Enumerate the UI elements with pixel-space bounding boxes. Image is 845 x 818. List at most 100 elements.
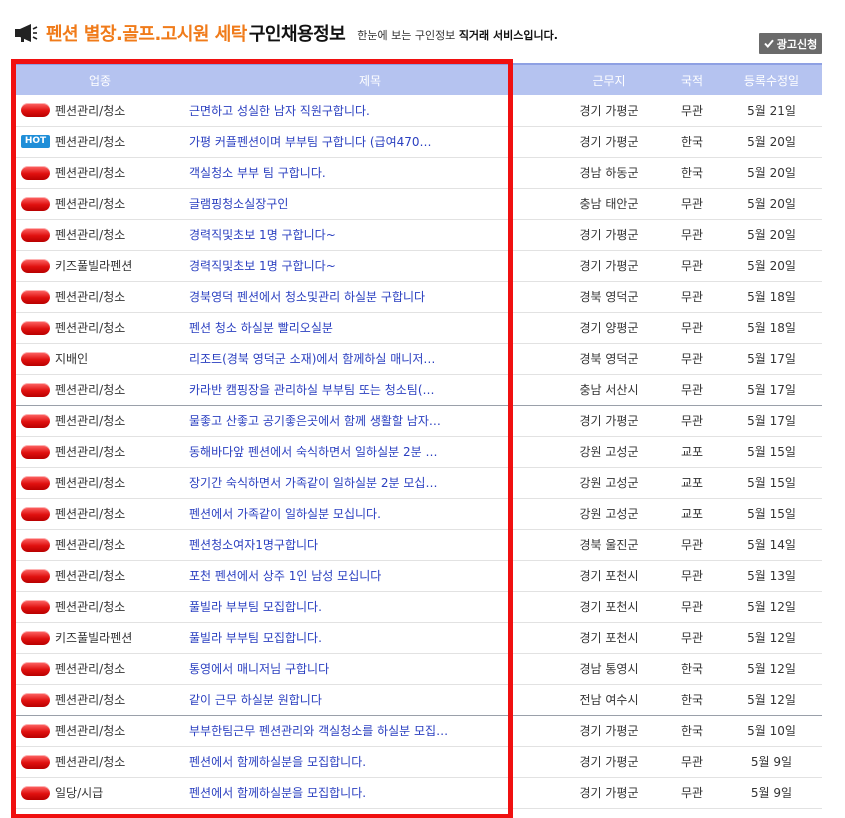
table-row[interactable]: 펜션관리/청소 풀빌라 부부팀 모집합니다. 경기 포천시 무관 5월 12일 [15,591,822,622]
column-header-location[interactable]: 근무지 [555,64,663,95]
job-title-link[interactable]: 가평 커플펜션이며 부부팀 구합니다 (급여470… [185,126,555,157]
location-cell: 경기 포천시 [579,569,639,583]
category-cell: 지배인 [15,343,185,374]
job-listing-table: 업종 제목 근무지 국적 등록수정일 펜션관리/청소 근면하고 성실한 남자 직원… [15,63,822,809]
job-title-link[interactable]: 펜션청소여자1명구합니다 [185,529,555,560]
location-cell: 경기 가평군 [579,135,639,149]
table-row[interactable]: 일당/시급 펜션에서 함께하실분을 모집합니다. 경기 가평군 무관 5월 9일 [15,777,822,808]
job-title-link[interactable]: 통영에서 매니저님 구합니다 [185,653,555,684]
job-title-link[interactable]: 경력직및초보 1명 구합니다~ [185,219,555,250]
job-title-link[interactable]: 풀빌라 부부팀 모집합니다. [185,622,555,653]
table-row[interactable]: 펜션관리/청소 카라반 캠핑장을 관리하실 부부팀 또는 청소팀(… 충남 서산시 무… [15,374,822,405]
red-pill-badge-icon [21,537,50,552]
category-label: 펜션관리/청소 [55,476,126,490]
job-title-link[interactable]: 같이 근무 하실분 원합니다 [185,684,555,715]
table-row[interactable]: 펜션관리/청소 동해바다앞 펜션에서 숙식하면서 일하실분 2분 … 강원 고성군 교… [15,436,822,467]
category-label: 펜션관리/청소 [55,662,126,676]
category-label: 펜션관리/청소 [55,383,126,397]
table-row[interactable]: 펜션관리/청소 장기간 숙식하면서 가족같이 일하실분 2분 모십… 강원 고성군 교… [15,467,822,498]
table-row[interactable]: 펜션관리/청소 경력직및초보 1명 구합니다~ 경기 가평군 무관 5월 20일 [15,219,822,250]
location-cell: 강원 고성군 [579,476,639,490]
job-title-link[interactable]: 펜션에서 함께하실분을 모집합니다. [185,746,555,777]
category-cell: HOT 펜션관리/청소 [15,126,185,157]
date-cell: 5월 12일 [747,631,796,645]
location-cell: 경기 가평군 [579,755,639,769]
job-title-link[interactable]: 펜션에서 함께하실분을 모집합니다. [185,777,555,808]
job-title-link[interactable]: 물좋고 산좋고 공기좋은곳에서 함께 생활할 남자… [185,405,555,436]
job-title-link[interactable]: 포천 펜션에서 상주 1인 남성 모십니다 [185,560,555,591]
red-pill-badge-icon [21,785,50,800]
subtitle-prefix: 한눈에 보는 구인정보 [357,29,456,42]
ad-request-button[interactable]: 광고신청 [759,33,822,54]
job-title-link[interactable]: 경력직및초보 1명 구합니다~ [185,250,555,281]
hot-badge-icon: HOT [21,135,50,148]
nationality-cell: 무관 [680,352,704,366]
location-cell: 경기 양평군 [579,321,639,335]
red-pill-badge-icon [21,444,50,459]
date-cell: 5월 15일 [747,507,796,521]
location-cell: 경남 하동군 [579,166,639,180]
job-title-link[interactable]: 펜션에서 가족같이 일하실분 모십니다. [185,498,555,529]
category-label: 일당/시급 [55,786,104,800]
red-pill-badge-icon [21,258,50,273]
date-cell: 5월 17일 [747,383,796,397]
job-title-link[interactable]: 경북영덕 펜션에서 청소및관리 하실분 구합니다 [185,281,555,312]
job-title-link[interactable]: 풀빌라 부부팀 모집합니다. [185,591,555,622]
table-row[interactable]: 지배인 리조트(경북 영덕군 소재)에서 함께하실 매니저… 경북 영덕군 무관 5월 … [15,343,822,374]
table-row[interactable]: 펜션관리/청소 물좋고 산좋고 공기좋은곳에서 함께 생활할 남자… 경기 가평군 무… [15,405,822,436]
category-cell: 펜션관리/청소 [15,405,185,436]
nationality-cell: 한국 [680,724,704,738]
table-row[interactable]: 펜션관리/청소 펜션 청소 하실분 빨리오실분 경기 양평군 무관 5월 18일 [15,312,822,343]
table-row[interactable]: 펜션관리/청소 경북영덕 펜션에서 청소및관리 하실분 구합니다 경북 영덕군 무관 5… [15,281,822,312]
table-row[interactable]: 펜션관리/청소 근면하고 성실한 남자 직원구합니다. 경기 가평군 무관 5월 21일 [15,95,822,126]
table-row[interactable]: 펜션관리/청소 펜션에서 가족같이 일하실분 모십니다. 강원 고성군 교포 5월 15… [15,498,822,529]
column-header-nationality[interactable]: 국적 [663,64,721,95]
date-cell: 5월 14일 [747,538,796,552]
date-cell: 5월 17일 [747,414,796,428]
nationality-cell: 한국 [680,662,704,676]
table-row[interactable]: 펜션관리/청소 같이 근무 하실분 원합니다 전남 여수시 한국 5월 12일 [15,684,822,715]
category-label: 펜션관리/청소 [55,321,126,335]
job-title-link[interactable]: 부부한팀근무 펜션관리와 객실청소를 하실분 모집… [185,715,555,746]
date-cell: 5월 13일 [747,569,796,583]
category-label: 펜션관리/청소 [55,600,126,614]
date-cell: 5월 9일 [750,786,793,800]
table-row[interactable]: 펜션관리/청소 글램핑청소실장구인 충남 태안군 무관 5월 20일 [15,188,822,219]
red-pill-badge-icon [21,506,50,521]
nationality-cell: 무관 [680,321,704,335]
job-title-link[interactable]: 카라반 캠핑장을 관리하실 부부팀 또는 청소팀(… [185,374,555,405]
table-row[interactable]: 펜션관리/청소 펜션청소여자1명구합니다 경북 울진군 무관 5월 14일 [15,529,822,560]
table-row[interactable]: 키즈풀빌라펜션 경력직및초보 1명 구합니다~ 경기 가평군 무관 5월 20일 [15,250,822,281]
table-row[interactable]: 펜션관리/청소 포천 펜션에서 상주 1인 남성 모십니다 경기 포천시 무관 5월 1… [15,560,822,591]
table-row[interactable]: 펜션관리/청소 펜션에서 함께하실분을 모집합니다. 경기 가평군 무관 5월 9일 [15,746,822,777]
table-row[interactable]: HOT 펜션관리/청소 가평 커플펜션이며 부부팀 구합니다 (급여470… 경기 가… [15,126,822,157]
location-cell: 경기 가평군 [579,259,639,273]
job-title-link[interactable]: 근면하고 성실한 남자 직원구합니다. [185,95,555,126]
category-label: 펜션관리/청소 [55,445,126,459]
table-row[interactable]: 펜션관리/청소 객실청소 부부 팀 구합니다. 경남 하동군 한국 5월 20일 [15,157,822,188]
job-title-link[interactable]: 동해바다앞 펜션에서 숙식하면서 일하실분 2분 … [185,436,555,467]
job-title-link[interactable]: 펜션 청소 하실분 빨리오실분 [185,312,555,343]
location-cell: 경북 영덕군 [579,290,639,304]
category-label: 펜션관리/청소 [55,135,126,149]
column-header-date[interactable]: 등록수정일 [721,64,822,95]
megaphone-icon [14,22,40,44]
category-label: 펜션관리/청소 [55,755,126,769]
date-cell: 5월 15일 [747,476,796,490]
date-cell: 5월 20일 [747,197,796,211]
job-title-link[interactable]: 장기간 숙식하면서 가족같이 일하실분 2분 모십… [185,467,555,498]
category-label: 펜션관리/청소 [55,569,126,583]
job-title-link[interactable]: 리조트(경북 영덕군 소재)에서 함께하실 매니저… [185,343,555,374]
table-row[interactable]: 키즈풀빌라펜션 풀빌라 부부팀 모집합니다. 경기 포천시 무관 5월 12일 [15,622,822,653]
nationality-cell: 무관 [680,569,704,583]
table-row[interactable]: 펜션관리/청소 부부한팀근무 펜션관리와 객실청소를 하실분 모집… 경기 가평군 한… [15,715,822,746]
location-cell: 경남 통영시 [579,662,639,676]
column-header-title[interactable]: 제목 [185,64,555,95]
job-title-link[interactable]: 글램핑청소실장구인 [185,188,555,219]
category-cell: 펜션관리/청소 [15,374,185,405]
job-title-link[interactable]: 객실청소 부부 팀 구합니다. [185,157,555,188]
table-row[interactable]: 펜션관리/청소 통영에서 매니저님 구합니다 경남 통영시 한국 5월 12일 [15,653,822,684]
column-header-category[interactable]: 업종 [15,64,185,95]
red-pill-badge-icon [21,754,50,769]
red-pill-badge-icon [21,382,50,397]
